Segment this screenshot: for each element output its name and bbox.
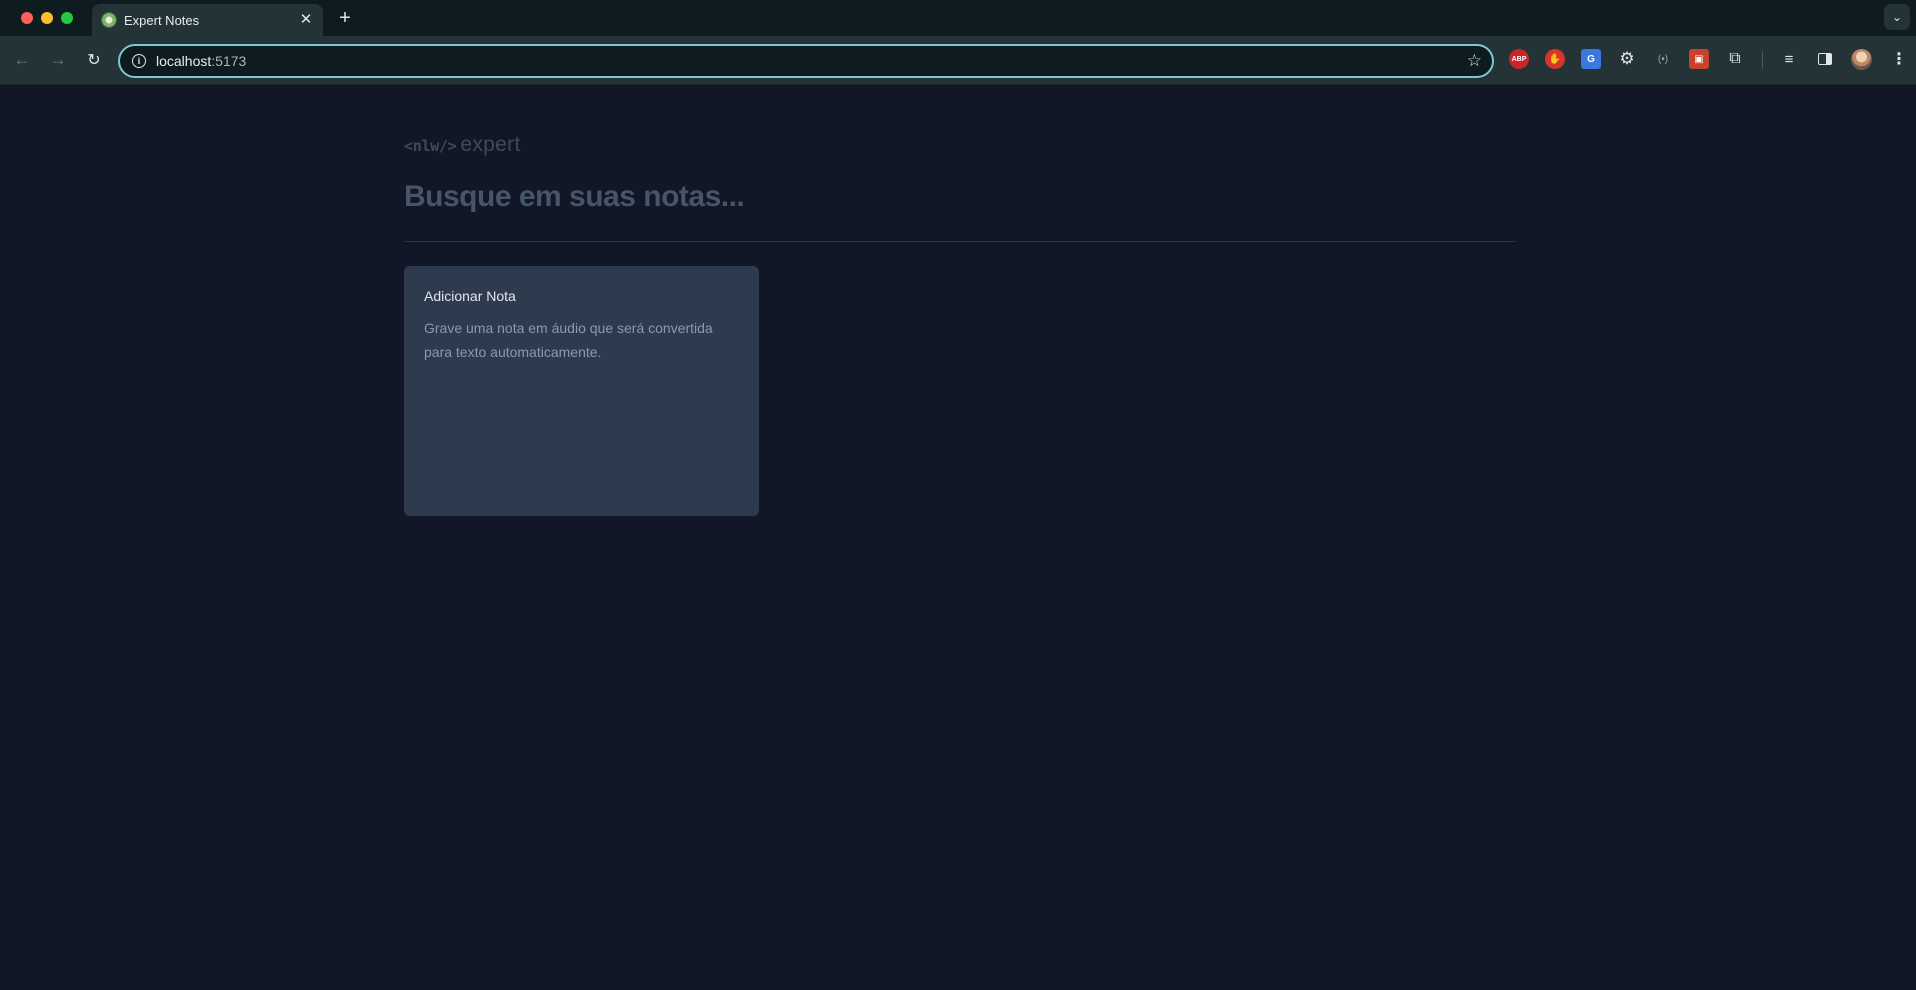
search-divider	[404, 241, 1516, 242]
hand-stop-extension-icon[interactable]: ✋	[1545, 49, 1565, 69]
logo-expert-text: expert	[460, 133, 521, 156]
add-note-description: Grave uma nota em áudio que será convert…	[424, 320, 713, 360]
browser-toolbar: ← → ↻ i localhost:5173 ☆ ABP ✋ G ⚙ (•) ▣…	[0, 36, 1916, 85]
back-button[interactable]: ←	[10, 48, 34, 72]
browser-tab-expert-notes[interactable]: Expert Notes ✕	[92, 4, 323, 36]
nlw-expert-logo: <nlw/> expert	[404, 133, 521, 157]
bookmark-star-icon[interactable]: ☆	[1467, 51, 1482, 71]
new-tab-button[interactable]: +	[334, 7, 356, 29]
browser-tab-strip: Expert Notes ✕ + ⌄	[0, 0, 1916, 36]
url-port: :5173	[211, 53, 247, 69]
site-info-icon[interactable]: i	[132, 54, 146, 68]
radio-extension-icon[interactable]: (•)	[1653, 49, 1673, 69]
profile-avatar[interactable]	[1851, 49, 1872, 70]
add-note-card[interactable]: Adicionar Nota Grave uma nota em áudio q…	[404, 266, 759, 516]
url-host: localhost	[156, 53, 212, 69]
reading-list-icon[interactable]: ≡	[1779, 49, 1799, 69]
close-tab-icon[interactable]: ✕	[297, 10, 315, 28]
logo-nlw-text: <nlw/>	[404, 137, 457, 155]
search-notes-input[interactable]	[404, 175, 1516, 219]
extensions-puzzle-icon[interactable]: ⧉	[1725, 49, 1745, 69]
side-panel-icon[interactable]	[1815, 49, 1835, 69]
photo-extension-icon[interactable]: ▣	[1689, 49, 1709, 69]
toolbar-divider	[1762, 51, 1763, 69]
browser-menu-icon[interactable]: ⋮	[1889, 49, 1909, 69]
favicon-icon	[101, 12, 117, 28]
forward-button[interactable]: →	[46, 48, 70, 72]
reload-button[interactable]: ↻	[82, 48, 106, 72]
google-translate-icon[interactable]: G	[1581, 49, 1601, 69]
gear-extension-icon[interactable]: ⚙	[1617, 49, 1637, 69]
tab-title: Expert Notes	[124, 13, 200, 28]
adblock-plus-icon[interactable]: ABP	[1509, 49, 1529, 69]
add-note-title: Adicionar Nota	[424, 288, 516, 304]
tab-search-button[interactable]: ⌄	[1884, 4, 1910, 30]
minimize-window-button[interactable]	[41, 12, 53, 24]
maximize-window-button[interactable]	[61, 12, 73, 24]
url-text[interactable]: localhost:5173	[156, 53, 246, 69]
address-bar[interactable]: i localhost:5173 ☆	[118, 44, 1494, 78]
close-window-button[interactable]	[21, 12, 33, 24]
